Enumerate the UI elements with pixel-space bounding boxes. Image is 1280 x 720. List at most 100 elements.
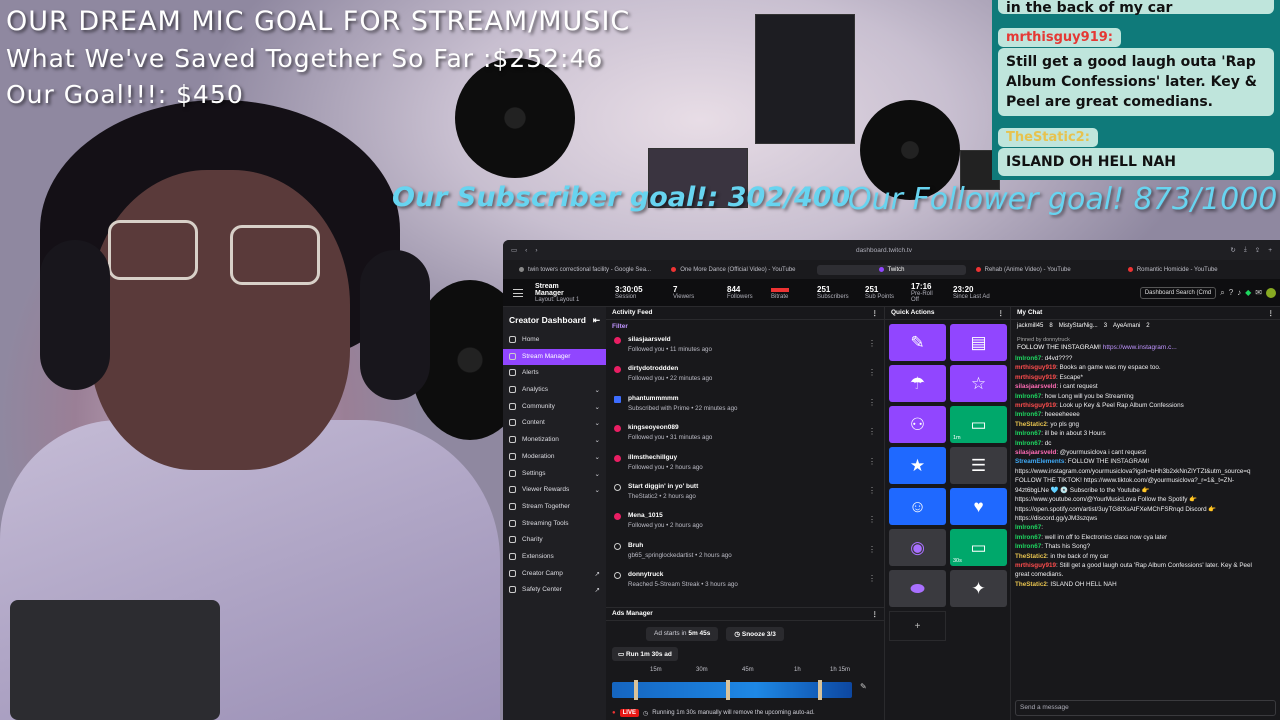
activity-item[interactable]: silasjaarsveld Followed you • 11 minutes …: [606, 333, 884, 362]
run-ad-button[interactable]: ▭ Run 1m 30s ad: [612, 647, 678, 661]
chat-message[interactable]: FOLLOW THE TIKTOK! https://www.tiktok.co…: [1015, 476, 1276, 485]
chat-message[interactable]: TheStatic2: yo pls gng: [1015, 420, 1276, 429]
followers-only-button[interactable]: ♥: [950, 488, 1007, 525]
chat-message[interactable]: silasjaarsveld: i cant request: [1015, 382, 1276, 391]
more-options-icon[interactable]: ⋮: [868, 515, 876, 524]
chat-input[interactable]: Send a message: [1015, 700, 1276, 716]
ad-marker[interactable]: [634, 680, 638, 700]
pinned-message[interactable]: Pinned by donnytruck FOLLOW THE INSTAGRA…: [1011, 332, 1280, 354]
chat-username[interactable]: mrthisguy919: [1015, 402, 1056, 409]
more-options-icon[interactable]: ⋮: [868, 545, 876, 554]
host-button[interactable]: ⚇: [889, 406, 946, 443]
chat-message[interactable]: lmlron67: heeeeheeee: [1015, 410, 1276, 419]
more-options-icon[interactable]: ⋮: [998, 309, 1005, 317]
activity-item[interactable]: Bruh gb65_springlockedartist • 2 hours ag…: [606, 539, 884, 568]
edit-stream-info-button[interactable]: ✎: [889, 324, 946, 361]
chat-username[interactable]: lmlron67: [1015, 543, 1041, 550]
collapse-icon[interactable]: ⇤: [593, 315, 600, 326]
chat-message[interactable]: 94zt6bgLNe 🩵 💿 Subscribe to the Youtube …: [1015, 486, 1276, 495]
chat-username[interactable]: mrthisguy919: [1015, 374, 1056, 381]
forward-icon[interactable]: ›: [535, 247, 537, 254]
activity-item[interactable]: illmsthechillguy Followed you • 2 hours a…: [606, 451, 884, 480]
help-icon[interactable]: ?: [1229, 288, 1233, 297]
chat-username[interactable]: lmlron67: [1015, 524, 1041, 531]
more-options-icon[interactable]: ⋮: [868, 486, 876, 495]
chat-username[interactable]: lmlron67: [1015, 355, 1041, 362]
sidebar-item-home[interactable]: Home: [503, 332, 606, 349]
activity-item[interactable]: donnytruck Reached 5-Stream Streak • 3 ho…: [606, 568, 884, 597]
chat-message[interactable]: StreamElements: FOLLOW THE INSTAGRAM!: [1015, 457, 1276, 466]
chat-username[interactable]: lmlron67: [1015, 411, 1041, 418]
run-ad-1m-button[interactable]: ▭ 1m: [950, 406, 1007, 443]
chat-message[interactable]: silasjaarsveld: @yourmusiclova i cant re…: [1015, 448, 1276, 457]
activity-item[interactable]: kingseoyeon089 Followed you • 31 minutes …: [606, 421, 884, 450]
run-ad-30s-button[interactable]: ▭ 30s: [950, 529, 1007, 566]
dashboard-search-input[interactable]: Dashboard Search (Cmd: [1139, 286, 1217, 299]
tab-youtube[interactable]: Romantic Homicide - YouTube: [1122, 265, 1270, 275]
add-quick-action-button[interactable]: +: [889, 611, 946, 641]
sidebar-item-analytics[interactable]: Analytics ⌄: [503, 382, 606, 399]
chat-username[interactable]: StreamElements: [1015, 458, 1064, 465]
chat-message[interactable]: mrthisguy919: Books an game was my espac…: [1015, 363, 1276, 372]
chat-message[interactable]: lmlron67: Thats his Song?: [1015, 542, 1276, 551]
more-options-icon[interactable]: ⋮: [868, 398, 876, 407]
chat-username[interactable]: TheStatic2: [1015, 581, 1047, 588]
more-options-icon[interactable]: ⋮: [868, 427, 876, 436]
chat-username[interactable]: TheStatic2: [1015, 553, 1047, 560]
more-options-icon[interactable]: ⋮: [868, 368, 876, 377]
raid-button[interactable]: ☂: [889, 365, 946, 402]
more-options-icon[interactable]: ⋮: [868, 339, 876, 348]
activity-item[interactable]: Start diggin' in yo' butt TheStatic2 • 2 …: [606, 480, 884, 509]
menu-icon[interactable]: [513, 288, 523, 297]
chat-message[interactable]: great comedians.: [1015, 570, 1276, 579]
chat-username[interactable]: mrthisguy919: [1015, 364, 1056, 371]
chat-message[interactable]: https://discord.gg/yJM3szqws: [1015, 514, 1276, 523]
sidebar-item-stream-together[interactable]: Stream Together: [503, 499, 606, 516]
share-icon[interactable]: ⇪: [1255, 246, 1260, 254]
shape-button[interactable]: ⬬: [889, 570, 946, 607]
chat-message[interactable]: lmlron67: d4vd????: [1015, 354, 1276, 363]
logo-button[interactable]: ✦: [950, 570, 1007, 607]
chat-username[interactable]: mrthisguy919: [1015, 562, 1056, 569]
chat-user[interactable]: jackmill45: [1017, 323, 1043, 329]
sidebar-item-extensions[interactable]: Extensions: [503, 549, 606, 566]
add-marker-button[interactable]: ☆: [950, 365, 1007, 402]
activity-item[interactable]: dirtydotroddden Followed you • 22 minutes…: [606, 362, 884, 391]
podcast-button[interactable]: ◉: [889, 529, 946, 566]
activity-feed-title[interactable]: Activity Feed: [612, 309, 652, 317]
more-options-icon[interactable]: ⋮: [872, 610, 879, 618]
new-tab-icon[interactable]: +: [1268, 247, 1272, 254]
chat-message[interactable]: lmlron67: dc: [1015, 439, 1276, 448]
tab-google[interactable]: twin towers correctional facility - Goog…: [513, 265, 661, 275]
sidebar-item-streaming-tools[interactable]: Streaming Tools: [503, 516, 606, 533]
sidebar-item-content[interactable]: Content ⌄: [503, 415, 606, 432]
ad-marker[interactable]: [818, 680, 822, 700]
chat-username[interactable]: lmlron67: [1015, 440, 1041, 447]
reload-icon[interactable]: ↻: [1230, 246, 1235, 254]
chat-message[interactable]: mrthisguy919: Still get a good laugh out…: [1015, 561, 1276, 570]
back-icon[interactable]: ‹: [525, 247, 527, 254]
sidebar-item-community[interactable]: Community ⌄: [503, 399, 606, 416]
search-icon[interactable]: ⌕: [1220, 288, 1224, 298]
chat-message[interactable]: lmlron67: ill be in about 3 Hours: [1015, 429, 1276, 438]
notifications-icon[interactable]: ◆: [1245, 288, 1251, 297]
quick-actions-title[interactable]: Quick Actions: [891, 309, 934, 317]
more-options-icon[interactable]: ⋮: [1268, 309, 1275, 317]
chat-message[interactable]: https://www.instagram.com/yourmusiclova?…: [1015, 467, 1276, 476]
tab-twitch[interactable]: Twitch: [817, 264, 966, 275]
edit-icon[interactable]: ✎: [860, 682, 867, 691]
chat-username[interactable]: lmlron67: [1015, 393, 1041, 400]
chat-username[interactable]: silasjaarsveld: [1015, 449, 1056, 456]
sidebar-item-safety-center[interactable]: Safety Center ↗: [503, 582, 606, 599]
chat-username[interactable]: lmlron67: [1015, 430, 1041, 437]
inbox-icon[interactable]: ✉: [1255, 288, 1262, 297]
chat-message[interactable]: mrthisguy919: Escape*: [1015, 373, 1276, 382]
avatar[interactable]: [1266, 287, 1276, 298]
sidebar-item-creator-camp[interactable]: Creator Camp ↗: [503, 566, 606, 583]
more-options-icon[interactable]: ⋮: [868, 457, 876, 466]
sidebar-item-moderation[interactable]: Moderation ⌄: [503, 449, 606, 466]
url-bar[interactable]: dashboard.twitch.tv: [546, 247, 1223, 254]
create-clip-button[interactable]: ▤: [950, 324, 1007, 361]
layout-selector[interactable]: Stream Manager Layout: Layout 1: [529, 283, 593, 303]
chat-message[interactable]: lmlron67: well im off to Electronics cla…: [1015, 533, 1276, 542]
